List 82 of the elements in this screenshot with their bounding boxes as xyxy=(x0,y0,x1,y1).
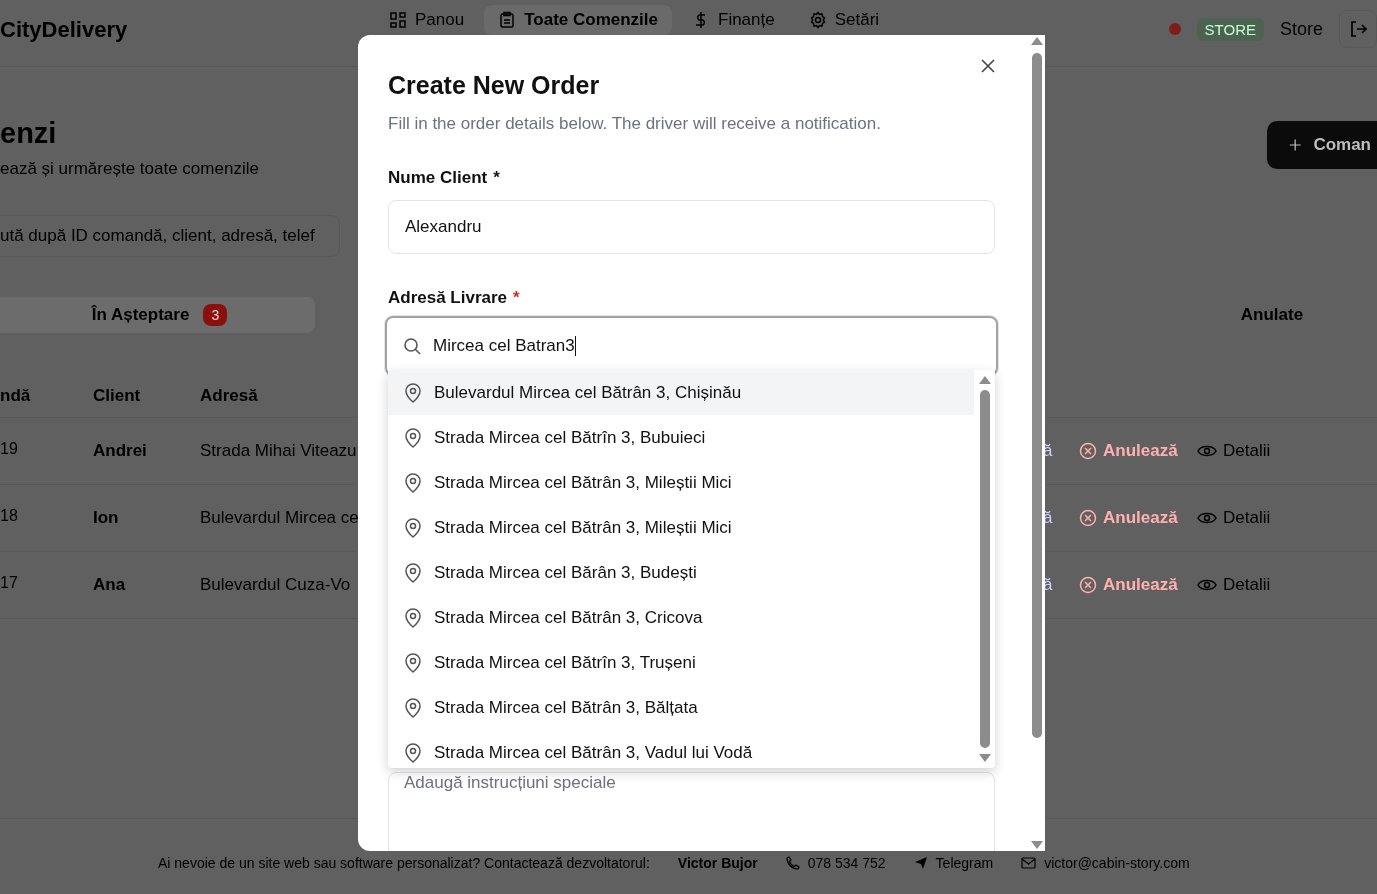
grid-icon xyxy=(389,11,407,29)
count-badge: 3 xyxy=(203,304,228,326)
nav-tab[interactable]: Setări xyxy=(794,5,894,35)
eye-icon xyxy=(1197,444,1217,458)
cancel-icon xyxy=(1079,442,1097,460)
location-pin-icon xyxy=(404,517,422,538)
telegram-link[interactable]: Telegram xyxy=(935,854,994,871)
email-link[interactable]: victor@cabin-story.com xyxy=(1044,854,1190,871)
notes-field[interactable]: Adaugă instrucțiuni speciale xyxy=(388,772,995,851)
page-title: enzi xyxy=(0,117,58,149)
location-pin-icon xyxy=(404,562,422,583)
brand-name: CityDelivery xyxy=(0,17,129,43)
search-icon xyxy=(403,337,421,355)
eye-icon xyxy=(1197,578,1217,592)
send-icon xyxy=(913,855,928,870)
cancel-icon xyxy=(1079,576,1097,594)
table-cell: Strada Mihai Viteazu xyxy=(200,441,355,461)
suggestion-item[interactable]: Strada Mircea cel Bătrân 3, Mileștii Mici xyxy=(388,460,974,505)
location-pin-icon xyxy=(404,472,422,493)
nav-tab[interactable]: Finanțe xyxy=(678,5,789,35)
field-label: Adresă Livrare xyxy=(388,288,508,308)
close-button[interactable] xyxy=(981,59,995,73)
developer-name: Victor Bujor xyxy=(677,854,758,871)
phone-icon xyxy=(785,855,800,870)
phone-link[interactable]: 078 534 752 xyxy=(807,854,886,871)
suggestion-item[interactable]: Strada Mircea cel Bătrân 3, Cricova xyxy=(388,595,974,640)
required-mark: * xyxy=(513,288,520,308)
table-cell-text: Bulevardul Cuza-Vo xyxy=(200,575,352,595)
details-button[interactable]: Detalii xyxy=(1193,504,1275,532)
details-button[interactable]: Detalii xyxy=(1193,571,1275,599)
close-icon xyxy=(981,59,995,73)
nav-tab[interactable]: Toate Comenzile xyxy=(484,5,672,35)
column-header: Client xyxy=(93,386,142,406)
page-subtitle: ează și urmărește toate comenzile xyxy=(0,159,259,179)
cancel-button[interactable]: Anulează xyxy=(1075,504,1185,532)
cancel-icon xyxy=(1079,509,1097,527)
nav-tab[interactable]: Panou xyxy=(375,5,479,35)
dialog-subtitle: Fill in the order details below. The driver will receive a notification. xyxy=(388,114,882,134)
store-badge: STORE xyxy=(1196,17,1264,41)
input-field[interactable]: Alexandru xyxy=(388,200,995,254)
table-cell-text: Ana xyxy=(93,575,127,595)
search-field[interactable]: ută după ID comandă, client, adresă, telef xyxy=(0,215,340,257)
suggestion-item[interactable]: Strada Mircea cel Bătrîn 3, Trușeni xyxy=(388,640,974,685)
eye-icon xyxy=(1197,511,1217,525)
suggestion-item[interactable]: Strada Mircea cel Bătrân 3, Bălțata xyxy=(388,685,974,730)
table-cell-text: Andrei xyxy=(93,441,148,461)
table-cell-text: Ion xyxy=(93,508,120,528)
logout-icon xyxy=(1348,19,1368,39)
mail-icon xyxy=(1021,856,1037,869)
location-pin-icon xyxy=(404,607,422,628)
gear-icon xyxy=(808,11,827,29)
location-pin-icon xyxy=(404,427,422,448)
suggestion-item[interactable]: Strada Mircea cel Bătrîn 3, Bubuieci xyxy=(388,415,974,460)
suggestion-item[interactable]: Strada Mircea cel Bătrân 3, Vadul lui Vodă xyxy=(388,730,974,768)
cancel-button[interactable]: Anulează xyxy=(1075,437,1185,465)
cancel-button[interactable]: Anulează xyxy=(1075,571,1185,599)
user-name: Store xyxy=(1279,18,1323,40)
clipboard-icon xyxy=(498,11,517,29)
scrollbar[interactable] xyxy=(1029,35,1045,851)
plus-icon xyxy=(1289,137,1302,153)
logout-button[interactable] xyxy=(1339,10,1377,48)
location-pin-icon xyxy=(404,742,422,763)
table-cell-text: 17 xyxy=(0,574,19,592)
field-label: Nume Client xyxy=(388,168,488,188)
column-header: Adresă xyxy=(200,386,259,406)
details-button[interactable]: Detalii xyxy=(1193,437,1275,465)
status-dot xyxy=(1168,23,1181,35)
location-pin-icon xyxy=(404,697,422,718)
location-pin-icon xyxy=(404,652,422,673)
table-cell-text: 19 xyxy=(0,440,19,458)
required-mark: * xyxy=(493,168,500,188)
new-order-button[interactable]: Coman xyxy=(1267,121,1377,169)
location-pin-icon xyxy=(404,382,422,403)
suggestion-item[interactable]: Strada Mircea cel Bărân 3, Budești xyxy=(388,550,974,595)
suggestion-item[interactable]: Strada Mircea cel Bătrân 3, Mileștii Mici xyxy=(388,505,974,550)
column-header: ndă xyxy=(0,386,32,406)
status-tab[interactable]: Anulate xyxy=(1167,297,1377,333)
status-tab[interactable]: În Așteptare 3 xyxy=(0,297,315,333)
footer-text: Ai nevoie de un site web sau software personalizat? Contactează dezvoltatorul: xyxy=(158,854,650,871)
table-cell-text: 18 xyxy=(0,507,19,525)
suggestion-item[interactable]: Bulevardul Mircea cel Bătrân 3, Chișinău xyxy=(388,370,974,415)
dialog-title: Create New Order xyxy=(388,71,601,100)
